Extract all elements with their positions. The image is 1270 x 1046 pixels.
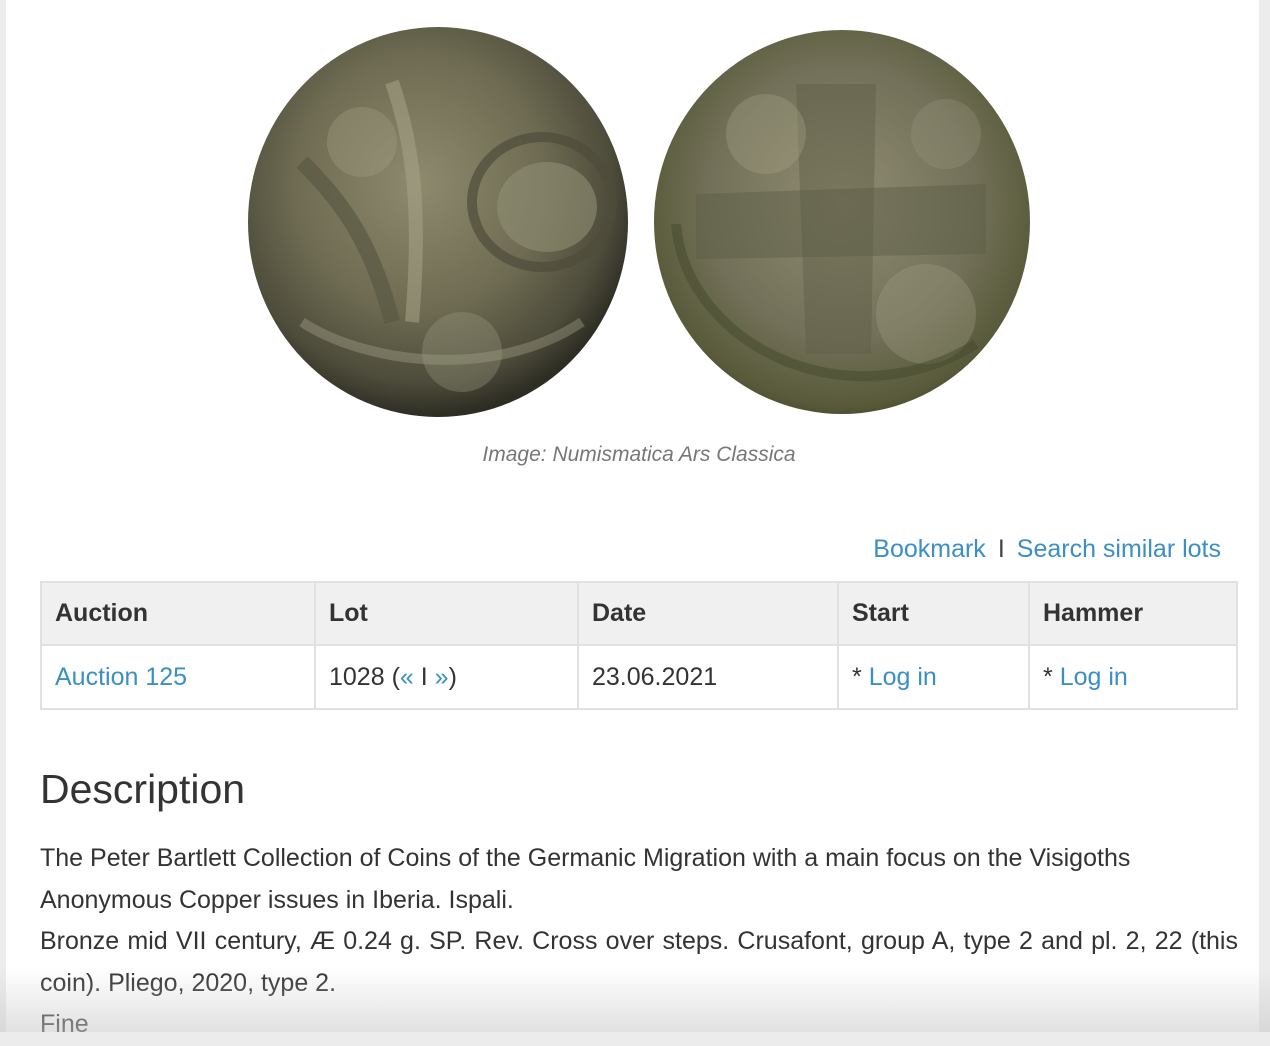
auction-link[interactable]: Auction 125 bbox=[55, 663, 187, 691]
hammer-login-link[interactable]: Log in bbox=[1060, 663, 1128, 691]
lot-nav-separator: I bbox=[420, 662, 428, 691]
description-title: Description bbox=[40, 766, 246, 812]
previous-lot-link[interactable]: « bbox=[400, 663, 414, 691]
lot-number: 1028 bbox=[329, 662, 385, 691]
header-lot: Lot bbox=[314, 581, 579, 646]
hammer-asterisk: * bbox=[1043, 662, 1060, 691]
cell-start: * Log in bbox=[837, 644, 1030, 710]
header-start: Start bbox=[837, 581, 1030, 646]
lot-actions: Bookmark I Search similar lots bbox=[873, 535, 1221, 564]
coin-obverse-image bbox=[248, 27, 628, 417]
description-line: Fine bbox=[40, 1010, 89, 1038]
header-date: Date bbox=[577, 581, 839, 646]
cell-date: 23.06.2021 bbox=[577, 644, 839, 710]
next-lot-link[interactable]: » bbox=[435, 663, 449, 691]
image-caption: Image: Numismatica Ars Classica bbox=[482, 443, 796, 466]
description-line: The Peter Bartlett Collection of Coins o… bbox=[40, 844, 1131, 872]
table-header-row: Auction Lot Date Start Hammer bbox=[40, 581, 1238, 646]
bookmark-link[interactable]: Bookmark bbox=[873, 535, 986, 563]
description-body: The Peter Bartlett Collection of Coins o… bbox=[40, 838, 1238, 1046]
cell-hammer: * Log in bbox=[1028, 644, 1238, 710]
description-line: Anonymous Copper issues in Iberia. Ispal… bbox=[40, 885, 514, 914]
action-separator: I bbox=[997, 535, 1005, 563]
coin-images bbox=[242, 22, 1036, 422]
page: Image: Numismatica Ars Classica Bookmark… bbox=[6, 0, 1259, 1038]
search-similar-lots-link[interactable]: Search similar lots bbox=[1017, 535, 1221, 563]
start-asterisk: * bbox=[852, 662, 869, 691]
cell-lot: 1028 (« I ») bbox=[314, 644, 579, 710]
lot-table: Auction Lot Date Start Hammer Auction 12… bbox=[40, 581, 1238, 710]
coin-reverse-image bbox=[654, 30, 1030, 414]
header-auction: Auction bbox=[40, 581, 316, 646]
start-login-link[interactable]: Log in bbox=[869, 663, 937, 691]
header-hammer: Hammer bbox=[1028, 581, 1238, 646]
table-row: Auction 125 1028 (« I ») 23.06.2021 * Lo… bbox=[40, 644, 1238, 710]
description-line: Bronze mid VII century, Æ 0.24 g. SP. Re… bbox=[40, 927, 1238, 997]
cell-auction: Auction 125 bbox=[40, 644, 316, 710]
